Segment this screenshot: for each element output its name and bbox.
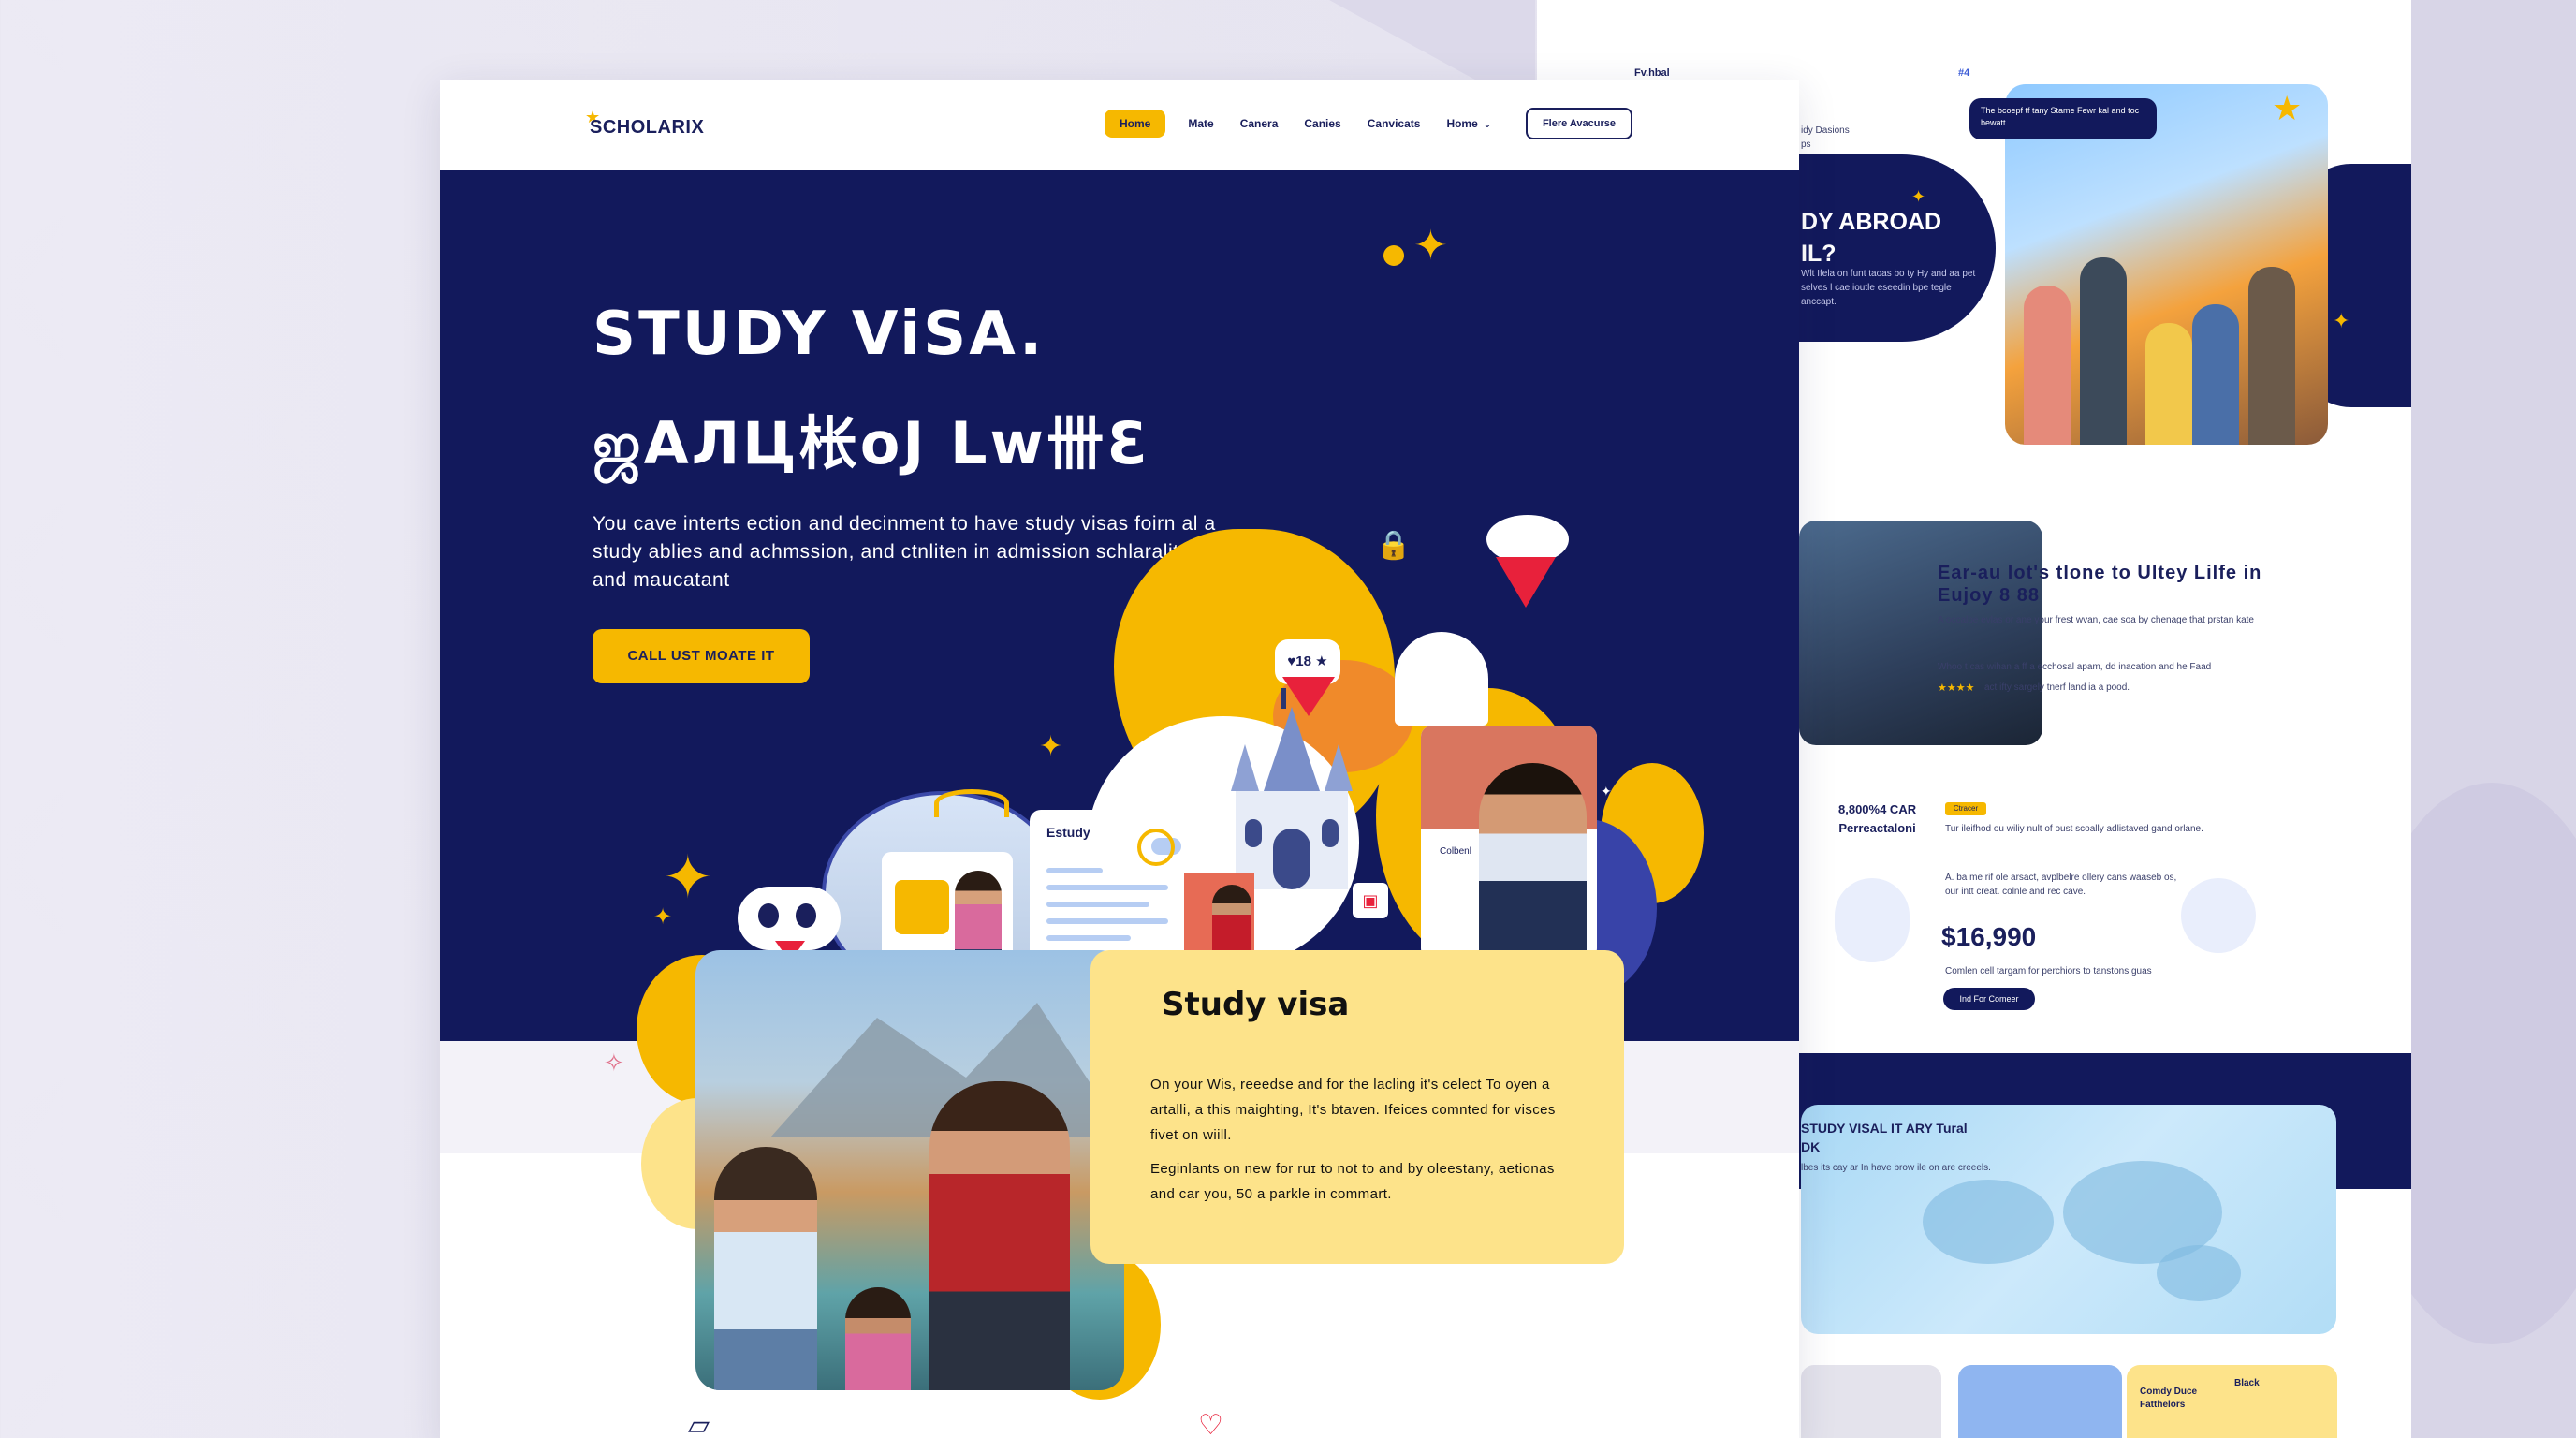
back-stat-text-1: Tur ileifhod ou wiliy nult of oust scoal…	[1945, 824, 2203, 834]
nav-item-canies[interactable]: Canies	[1304, 110, 1340, 138]
back-speech-bubble: The bcoepf tf tany Stame Fewr kal and to…	[1969, 98, 2157, 139]
back-card-label: Black	[2234, 1378, 2260, 1388]
nav-item-home[interactable]: Home	[1105, 110, 1166, 138]
student-photo-card: Colbenl	[1421, 726, 1597, 960]
paper-icon: ▱	[688, 1410, 710, 1438]
study-visa-card: Study visa On your Wis, reeedse and for …	[1090, 950, 1624, 1264]
brand-logo[interactable]: SCHOLARIX	[590, 117, 704, 139]
mascot-icon	[738, 887, 841, 950]
person-figure	[2192, 304, 2239, 445]
sparkle-icon: ✦	[1039, 731, 1063, 762]
hero-title: STUDY ViSA.	[593, 300, 1046, 369]
back-car-photo	[1799, 521, 2042, 745]
back-section-text-2: Whoo t cas wihan a ff a ecchosal apam, d…	[1938, 662, 2212, 672]
nav-cta-button[interactable]: Flere Avacurse	[1526, 108, 1632, 139]
nav-item-home-dropdown[interactable]: Home ⌄	[1446, 110, 1491, 138]
back-section-text-3: act ifty sargely tnerf land ia a pood.	[1984, 682, 2130, 693]
dome-building	[1395, 632, 1488, 726]
lock-icon: 🔒	[1376, 530, 1412, 561]
chevron-down-icon: ⌄	[1483, 120, 1492, 130]
back-stat-title: 8,800%4 CAR Perreactaloni	[1838, 802, 1917, 835]
card-paragraph-2: Eeginlants on new for ruɪ to not to and …	[1150, 1161, 1555, 1202]
back-top-label-2: #4	[1958, 67, 1970, 79]
nav-item-canvicats[interactable]: Canvicats	[1368, 110, 1421, 138]
diamond-outline-icon: ✧	[604, 1049, 624, 1077]
back-map-subtitle: lbes its cay ar In have brow ile on are …	[1801, 1163, 1991, 1173]
student-figure	[1479, 763, 1587, 960]
nav-item-canera[interactable]: Canera	[1240, 110, 1279, 138]
sparkle-icon: ✦	[2333, 309, 2350, 332]
shop-sign: Colbenl	[1432, 838, 1479, 866]
nav-menu: Home Mate Canera Canies Canvicats Home ⌄	[1105, 110, 1517, 138]
student-figure	[929, 1081, 1070, 1390]
sparkle-icon: ✦	[1911, 187, 1926, 206]
photo-frame-icon: ▣	[1353, 883, 1388, 918]
hero-title-line2: ஜAЛЦ枨oJ Lw卌Ɛ	[593, 409, 1150, 477]
list-card-title: Estudy	[1046, 825, 1090, 840]
back-card	[1801, 1365, 1941, 1438]
back-hero-subtitle: Wlt Ifela on funt taoas bo ty Hy and aa …	[1801, 269, 1976, 307]
star-icon: ★	[2272, 89, 2303, 127]
heart-outline-icon: ♡	[1198, 1410, 1223, 1438]
student-figure	[714, 1147, 817, 1390]
person-figure	[2248, 267, 2295, 445]
sparkle-icon: ✦	[663, 844, 713, 911]
sparkle-icon: ✦	[1413, 223, 1448, 269]
back-card: Comdy Duce Fatthelors Black	[2127, 1365, 2337, 1438]
student-figure	[1212, 885, 1251, 960]
back-card-label: Comdy Duce Fatthelors	[2140, 1387, 2198, 1410]
back-price-note: Comlen cell targam for perchiors to tans…	[1945, 966, 2152, 976]
calendar-icon	[895, 880, 949, 934]
nav-item-mate[interactable]: Mate	[1188, 110, 1213, 138]
main-page: ★ SCHOLARIX Home Mate Canera Canies Canv…	[440, 80, 1799, 1438]
card-title: Study visa	[1162, 986, 1350, 1023]
student-figure	[845, 1287, 911, 1390]
person-figure	[2080, 257, 2127, 445]
person-figure	[2145, 323, 2192, 445]
decor-dot	[1383, 245, 1404, 266]
hero-cta-button[interactable]: CALL UST MOATE IT	[593, 629, 810, 683]
ring-icon	[1137, 829, 1175, 866]
back-stat-tag: Ctracer	[1945, 802, 1986, 815]
cloud-icon	[1486, 515, 1569, 564]
card-paragraph-1: On your Wis, reeedse and for the lacling…	[1150, 1077, 1556, 1143]
back-price: $16,990	[1941, 922, 2037, 951]
sparkle-icon: ✦	[653, 904, 673, 930]
student-illustration	[2181, 878, 2256, 953]
back-map-title: STUDY VISAL IT ARY Tural DK	[1801, 1121, 1968, 1154]
map-pin-icon	[1282, 677, 1335, 716]
back-card	[1958, 1365, 2122, 1438]
top-navigation: ★ SCHOLARIX Home Mate Canera Canies Canv…	[440, 80, 1799, 170]
back-stat-text-2: A. ba me rif ole arsact, avplbelre oller…	[1945, 873, 2177, 897]
church-illustration	[1231, 688, 1353, 889]
hero-description: You cave interts ection and decinment to…	[593, 513, 1216, 591]
back-top-label-1: Fv.hbal	[1634, 67, 1670, 79]
students-illustration	[1835, 878, 1910, 962]
back-section-title: Ear-au lot's tlone to Ultey Lilfe in Euj…	[1938, 563, 2262, 606]
back-hero-title: DY ABROAD IL?	[1801, 209, 1942, 267]
back-price-button[interactable]: Ind For Comeer	[1943, 988, 2035, 1010]
back-section-text-1: A occalbe evlas or ane your frest wvan, …	[1938, 615, 2254, 625]
students-photo	[695, 950, 1124, 1390]
nav-dropdown-label: Home	[1446, 117, 1478, 130]
rating-stars: ★★★★	[1938, 682, 1975, 694]
person-figure	[2024, 286, 2071, 445]
decor-arc	[934, 789, 1009, 817]
